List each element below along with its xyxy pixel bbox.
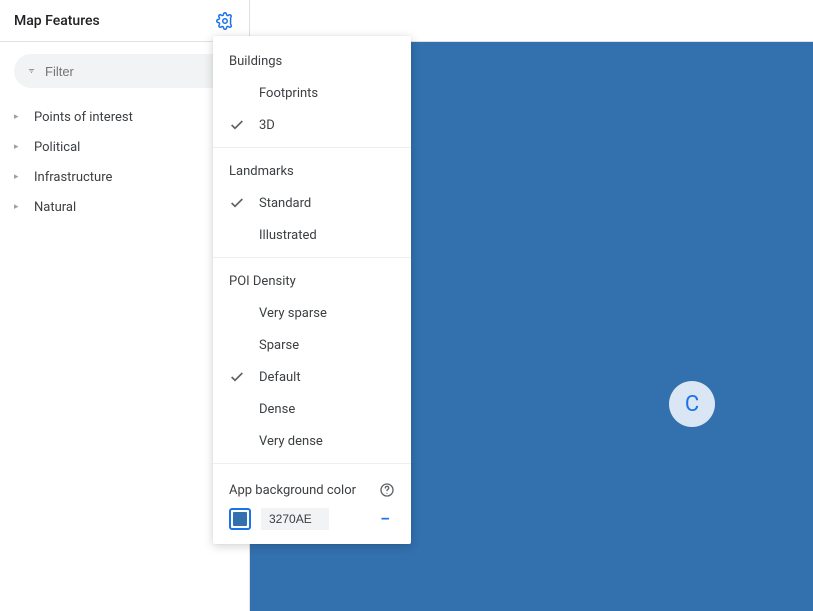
caret-right-icon: ▸ — [14, 142, 22, 152]
bg-color-label-row: App background color — [229, 482, 395, 498]
tree-item-label: Political — [34, 140, 80, 155]
option-standard[interactable]: Standard — [213, 187, 411, 219]
filter-container — [0, 42, 249, 96]
filter-icon — [28, 63, 35, 79]
tree-item-label: Natural — [34, 200, 76, 215]
map-badge-letter: C — [685, 392, 699, 417]
option-label: Illustrated — [259, 228, 317, 243]
option-label: Default — [259, 370, 301, 385]
option-label: Very sparse — [259, 306, 327, 321]
tree-item-label: Points of interest — [34, 110, 133, 125]
settings-button[interactable] — [211, 7, 239, 35]
option-label: Sparse — [259, 338, 299, 353]
option-label: Footprints — [259, 86, 318, 101]
check-icon — [229, 117, 249, 133]
color-swatch-inner — [233, 512, 247, 526]
settings-section-buildings: Buildings Footprints 3D — [213, 48, 411, 148]
sidebar-title: Map Features — [14, 13, 100, 29]
settings-section-poi-density: POI Density Very sparse Sparse Default D… — [213, 268, 411, 464]
option-illustrated[interactable]: Illustrated — [213, 219, 411, 251]
tree-item-label: Infrastructure — [34, 170, 112, 185]
tree-item-political[interactable]: ▸ Political — [0, 132, 249, 162]
filter-input-wrapper[interactable] — [14, 54, 235, 88]
option-default[interactable]: Default — [213, 361, 411, 393]
option-label: Dense — [259, 402, 295, 417]
caret-right-icon: ▸ — [14, 172, 22, 182]
tree-item-points-of-interest[interactable]: ▸ Points of interest — [0, 102, 249, 132]
option-very-dense[interactable]: Very dense — [213, 425, 411, 457]
filter-input[interactable] — [45, 64, 221, 79]
map-badge: C — [669, 381, 715, 427]
tree-item-infrastructure[interactable]: ▸ Infrastructure — [0, 162, 249, 192]
option-very-sparse[interactable]: Very sparse — [213, 297, 411, 329]
option-label: 3D — [259, 118, 275, 133]
option-sparse[interactable]: Sparse — [213, 329, 411, 361]
check-icon — [229, 195, 249, 211]
caret-right-icon: ▸ — [14, 202, 22, 212]
check-icon — [229, 369, 249, 385]
option-dense[interactable]: Dense — [213, 393, 411, 425]
feature-tree: ▸ Points of interest ▸ Political ▸ Infra… — [0, 96, 249, 228]
gear-icon — [216, 12, 234, 30]
option-label: Standard — [259, 196, 311, 211]
color-swatch[interactable] — [229, 508, 251, 530]
settings-section-landmarks: Landmarks Standard Illustrated — [213, 158, 411, 258]
hex-input[interactable] — [261, 508, 329, 530]
option-3d[interactable]: 3D — [213, 109, 411, 141]
settings-popover: Buildings Footprints 3D Landmarks Standa… — [213, 36, 411, 544]
sidebar-header: Map Features — [0, 0, 249, 42]
section-heading: Landmarks — [213, 158, 411, 187]
section-heading: Buildings — [213, 48, 411, 77]
remove-color-button[interactable]: − — [375, 509, 395, 530]
tree-item-natural[interactable]: ▸ Natural — [0, 192, 249, 222]
bg-color-label: App background color — [229, 483, 356, 498]
settings-section-bg-color: App background color − — [213, 474, 411, 534]
help-icon[interactable] — [379, 482, 395, 498]
option-label: Very dense — [259, 434, 323, 449]
section-heading: POI Density — [213, 268, 411, 297]
option-footprints[interactable]: Footprints — [213, 77, 411, 109]
bg-color-input-row: − — [229, 508, 395, 530]
caret-right-icon: ▸ — [14, 112, 22, 122]
